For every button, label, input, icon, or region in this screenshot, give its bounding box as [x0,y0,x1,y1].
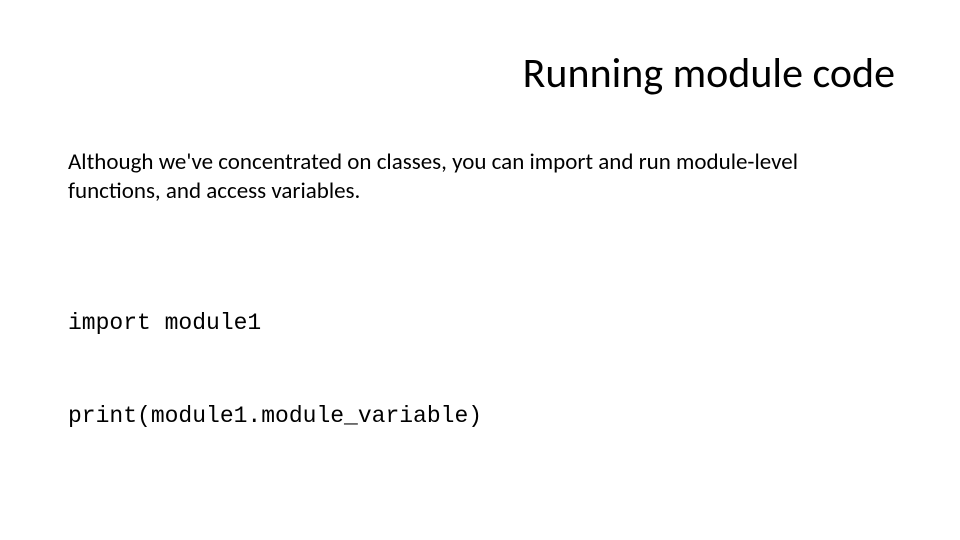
code-block-1: import module1 print(module1.module_vari… [68,246,892,494]
slide: Running module code Although we've conce… [0,0,960,540]
code-line: print(module1.module_variable) [68,401,892,432]
intro-paragraph: Although we've concentrated on classes, … [68,148,892,206]
code-block-2: module1.module_function() a = module1.Cl… [68,524,892,540]
slide-body: Although we've concentrated on classes, … [68,148,892,540]
slide-title: Running module code [523,48,895,99]
code-line: import module1 [68,308,892,339]
